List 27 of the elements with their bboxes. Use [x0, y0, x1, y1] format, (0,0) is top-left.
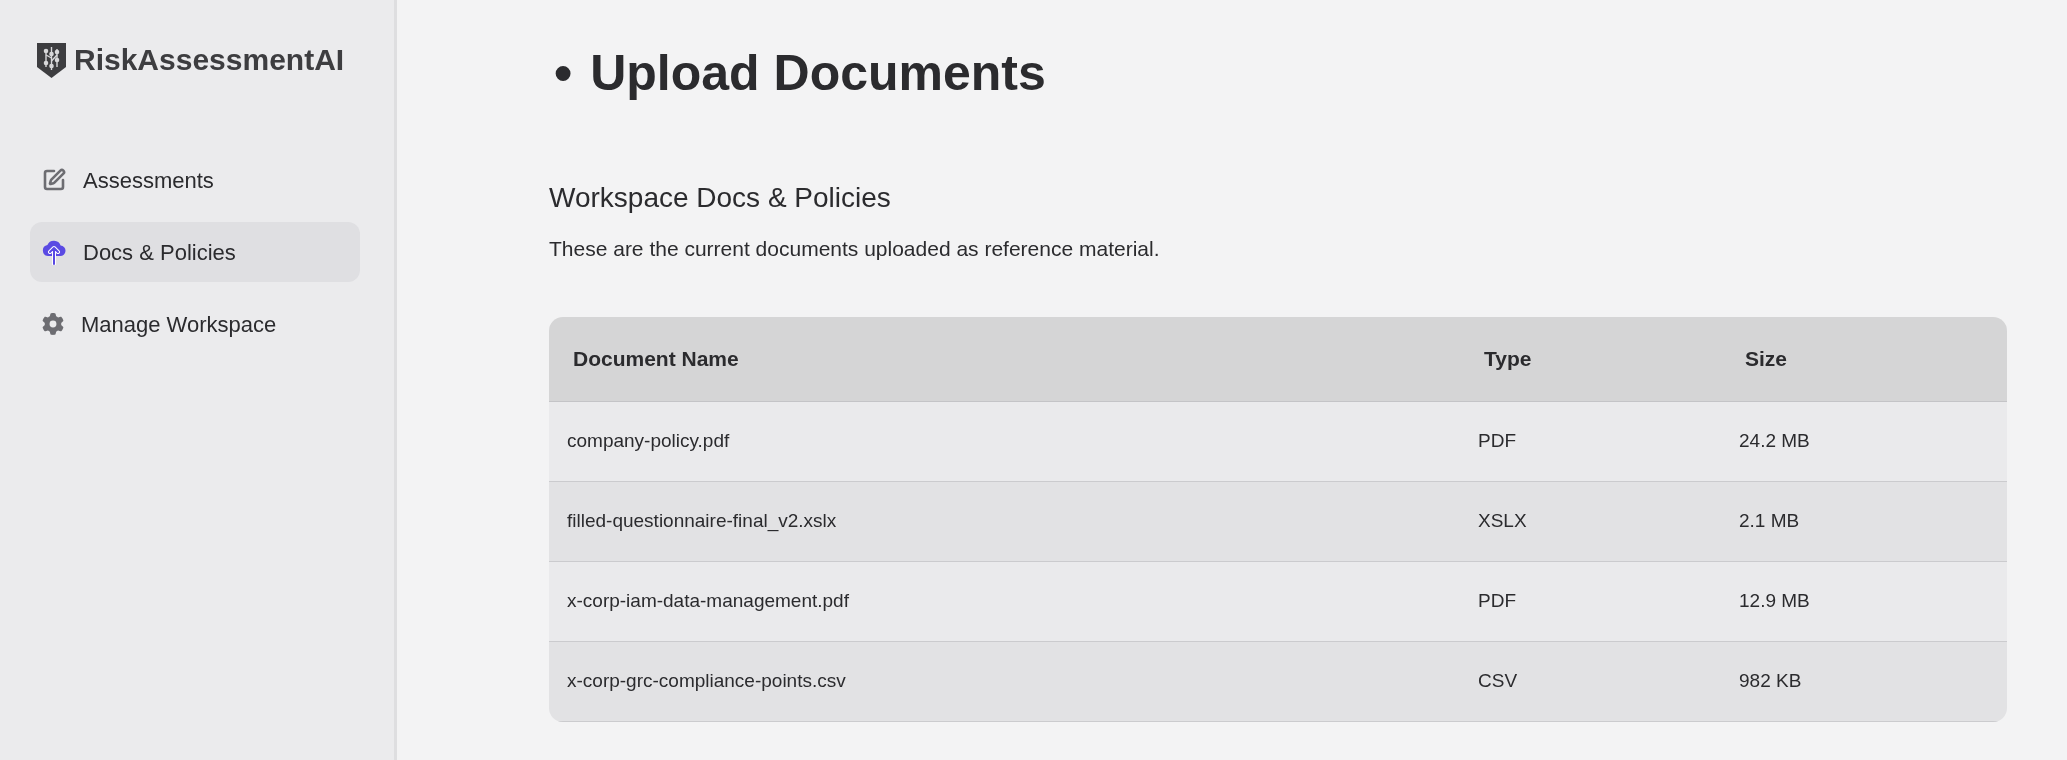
table-cell-text: 982 KB [1738, 669, 1803, 694]
page-title: Upload Documents [590, 44, 1046, 103]
section-title: Workspace Docs & Policies [549, 181, 891, 215]
table-cell-text: x-corp-grc-compliance-points.csv [566, 669, 847, 694]
table-cell-text: CSV [1477, 669, 1519, 694]
table-cell-text: XSLX [1477, 509, 1528, 534]
app-logo-text: RiskAssessmentAI [74, 42, 345, 78]
shield-logo-icon [37, 42, 66, 78]
sidebar-nav-item[interactable]: Assessments [30, 150, 360, 210]
cloud-upload-icon [42, 239, 66, 265]
column-header: Type [1483, 346, 1533, 373]
table-cell-text: PDF [1477, 429, 1517, 454]
table-cell-text: 2.1 MB [1738, 509, 1801, 534]
table-cell-text: company-policy.pdf [566, 429, 731, 454]
table-cell-text: x-corp-iam-data-management.pdf [566, 589, 850, 614]
table-cell-text: filled-questionnaire-final_v2.xslx [566, 509, 838, 534]
table-cell-text: PDF [1477, 589, 1517, 614]
heading-bullet: • [554, 43, 573, 103]
table-cell-text: 24.2 MB [1738, 429, 1811, 454]
column-header: Size [1744, 346, 1789, 373]
table-cell-text: 12.9 MB [1738, 589, 1811, 614]
column-header: Document Name [572, 346, 740, 373]
pencil-square-icon [42, 168, 66, 192]
settings-gear-icon [42, 313, 64, 335]
sidebar-nav-item[interactable]: Manage Workspace [30, 294, 360, 354]
section-description: These are the current documents uploaded as reference material. [549, 236, 1160, 262]
sidebar-nav-item[interactable]: Docs & Policies [30, 222, 360, 282]
